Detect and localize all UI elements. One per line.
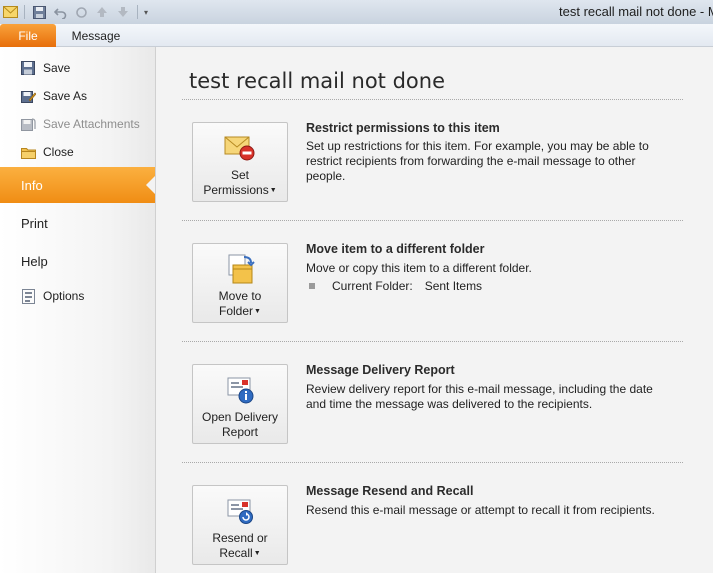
nav-tab-help-label: Help — [21, 253, 48, 269]
divider — [182, 341, 683, 342]
outlook-envelope-icon[interactable] — [2, 4, 18, 20]
save-icon — [20, 60, 36, 76]
save-icon[interactable] — [31, 4, 47, 20]
resend-recall-heading: Message Resend and Recall — [306, 484, 474, 498]
set-permissions-label: Set Permissions▼ — [203, 168, 276, 198]
tab-message[interactable]: Message — [62, 24, 130, 47]
ribbon-tabs: File Message — [0, 24, 713, 47]
resend-or-recall-line2: Recall — [219, 546, 253, 560]
set-permissions-button[interactable]: Set Permissions▼ — [192, 122, 288, 202]
nav-save-label: Save — [43, 61, 71, 75]
qat-separator — [137, 5, 138, 19]
dropdown-arrow-icon: ▼ — [254, 308, 261, 316]
set-permissions-line1: Set — [230, 168, 249, 182]
nav-save-attachments-label: Save Attachments — [43, 117, 140, 131]
divider — [182, 462, 683, 463]
nav-tab-info[interactable]: Info — [0, 167, 155, 203]
qat-separator — [24, 5, 25, 19]
move-to-folder-icon — [224, 254, 256, 284]
delivery-report-heading: Message Delivery Report — [306, 363, 455, 377]
current-folder-label: Current Folder: — [332, 279, 413, 293]
backstage-nav: Save Save As Save Attachments Close Info… — [0, 47, 156, 573]
resend-or-recall-button[interactable]: Resend or Recall▼ — [192, 485, 288, 565]
resend-recall-description: Resend this e-mail message or attempt to… — [306, 503, 655, 517]
move-to-folder-label: Move to Folder▼ — [219, 289, 262, 319]
nav-save-attachments[interactable]: Save Attachments — [0, 110, 155, 138]
nav-tab-info-label: Info — [21, 177, 43, 193]
envelope-restrict-icon — [224, 133, 256, 163]
current-folder-value: Sent Items — [424, 279, 483, 293]
divider — [182, 220, 683, 221]
resend-recall-icon — [224, 496, 256, 526]
page-title: test recall mail not done — [189, 69, 445, 93]
folder-close-icon — [20, 144, 36, 160]
options-icon — [20, 288, 36, 304]
nav-save[interactable]: Save — [0, 54, 155, 82]
customize-qat-icon[interactable]: ▾ — [144, 8, 148, 17]
nav-tab-print-label: Print — [21, 215, 48, 231]
tab-file[interactable]: File — [0, 24, 56, 47]
arrow-down-icon[interactable] — [115, 4, 131, 20]
nav-close[interactable]: Close — [0, 138, 155, 166]
redo-icon[interactable] — [73, 4, 89, 20]
current-folder-line: Current Folder: Sent Items — [309, 279, 482, 293]
nav-close-label: Close — [43, 145, 74, 159]
delivery-report-icon — [224, 375, 256, 405]
nav-tab-print[interactable]: Print — [0, 205, 155, 241]
window-title: test recall mail not done - M — [559, 4, 713, 19]
move-item-description: Move or copy this item to a different fo… — [306, 261, 532, 275]
nav-options[interactable]: Options — [0, 283, 155, 309]
nav-options-label: Options — [43, 289, 85, 303]
title-bar: ▾ test recall mail not done - M — [0, 0, 713, 24]
save-as-icon — [20, 88, 36, 104]
open-delivery-report-button[interactable]: Open Delivery Report — [192, 364, 288, 444]
save-attachments-icon — [20, 116, 36, 132]
move-to-folder-line2: Folder — [219, 304, 254, 318]
nav-tab-help[interactable]: Help — [0, 243, 155, 279]
open-delivery-report-label: Open Delivery Report — [202, 410, 278, 440]
nav-save-as-label: Save As — [43, 89, 88, 103]
move-to-folder-line1: Move to — [218, 289, 262, 303]
move-item-heading: Move item to a different folder — [306, 242, 485, 256]
nav-save-as[interactable]: Save As — [0, 82, 155, 110]
undo-icon[interactable] — [52, 4, 68, 20]
bullet-icon — [309, 283, 315, 289]
resend-or-recall-line1: Resend or — [212, 531, 268, 545]
restrict-description: Set up restrictions for this item. For e… — [306, 139, 649, 183]
resend-or-recall-label: Resend or Recall▼ — [212, 531, 267, 561]
dropdown-arrow-icon: ▼ — [253, 550, 261, 558]
info-pane: test recall mail not done Set Permission… — [157, 47, 713, 573]
delivery-report-description: Review delivery report for this e-mail m… — [306, 382, 653, 411]
open-delivery-report-line1: Open Delivery — [201, 410, 279, 424]
set-permissions-line2: Permissions — [203, 183, 269, 197]
move-to-folder-button[interactable]: Move to Folder▼ — [192, 243, 288, 323]
restrict-heading: Restrict permissions to this item — [306, 121, 500, 135]
divider — [182, 99, 683, 100]
dropdown-arrow-icon: ▼ — [269, 187, 277, 195]
arrow-up-icon[interactable] — [94, 4, 110, 20]
quick-access-toolbar: ▾ — [2, 3, 148, 21]
open-delivery-report-line2: Report — [221, 425, 259, 439]
